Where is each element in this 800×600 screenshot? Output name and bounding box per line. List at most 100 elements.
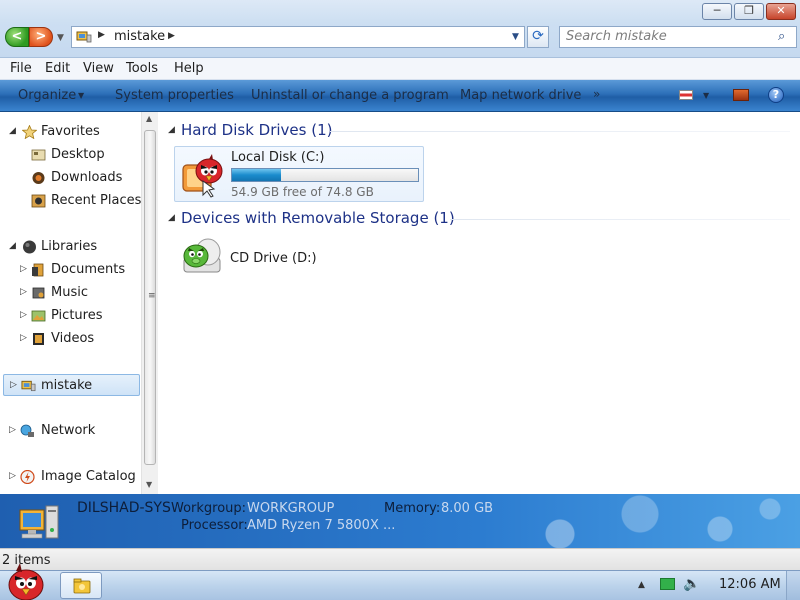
collapsed-arrow-icon[interactable]: ▷: [20, 333, 27, 343]
expanded-arrow-icon[interactable]: ◢: [9, 241, 16, 251]
details-pane: DILSHAD-SYS Workgroup: WORKGROUP Memory:…: [0, 494, 800, 548]
computer-icon: [21, 380, 36, 392]
expanded-arrow-icon[interactable]: ◢: [9, 126, 16, 136]
start-button[interactable]: [2, 563, 50, 600]
clock[interactable]: 12:06 AM: [719, 577, 781, 592]
downloads-icon: [32, 172, 45, 184]
maximize-button[interactable]: ❐: [734, 3, 764, 20]
scrollbar-thumb[interactable]: ≡: [144, 130, 156, 465]
change-view-icon[interactable]: [679, 90, 693, 100]
sidebar-item-label: Image Catalog: [41, 469, 136, 484]
group-heading-removable[interactable]: Devices with Removable Storage (1): [181, 209, 455, 227]
drive-item-d[interactable]: CD Drive (D:): [174, 234, 324, 282]
sidebar-item-recent-places[interactable]: Recent Places: [0, 190, 142, 212]
preview-pane-icon[interactable]: [733, 89, 749, 101]
map-network-drive-button[interactable]: Map network drive: [460, 88, 581, 103]
view-options-dropdown-icon[interactable]: ▼: [703, 91, 709, 100]
chevron-down-icon[interactable]: ▼: [78, 91, 84, 100]
sidebar-item-label: Music: [51, 285, 88, 300]
show-hidden-icons-icon[interactable]: ▲: [638, 580, 645, 590]
address-bar[interactable]: ▶ mistake ▶ ▼: [71, 26, 525, 48]
help-icon[interactable]: ?: [768, 87, 784, 103]
sidebar-item-libraries[interactable]: ◢ Libraries: [0, 236, 142, 258]
sidebar-item-computer[interactable]: ▷ mistake: [3, 374, 140, 396]
sidebar-item-downloads[interactable]: Downloads: [0, 167, 142, 189]
sidebar-item-label: Desktop: [51, 147, 105, 162]
collapsed-arrow-icon[interactable]: ▷: [20, 310, 27, 320]
processor-value: AMD Ryzen 7 5800X ...: [247, 518, 396, 533]
sidebar-item-desktop[interactable]: Desktop: [0, 144, 142, 166]
documents-icon: [32, 263, 44, 277]
breadcrumb-separator-icon[interactable]: ▶: [168, 31, 175, 41]
sidebar-item-label: Recent Places: [51, 193, 142, 208]
group-divider: [330, 131, 790, 132]
sidebar-item-label: Favorites: [41, 124, 100, 139]
drive-item-c[interactable]: Local Disk (C:) 54.9 GB free of 74.8 GB: [174, 146, 424, 202]
sidebar-item-label: Libraries: [41, 239, 98, 254]
collapsed-arrow-icon[interactable]: ▷: [9, 471, 16, 481]
sidebar-item-label: Documents: [51, 262, 126, 277]
videos-icon: [33, 333, 44, 345]
system-properties-button[interactable]: System properties: [115, 88, 234, 103]
refresh-button[interactable]: ⟳: [527, 26, 549, 48]
disk-usage-bar: [231, 168, 419, 182]
scroll-down-icon[interactable]: ▼: [146, 480, 152, 489]
back-button[interactable]: <: [5, 27, 29, 47]
sidebar-item-image-catalog[interactable]: ▷ Image Catalog: [0, 466, 142, 488]
address-dropdown-icon[interactable]: ▼: [512, 32, 519, 42]
computer-name: DILSHAD-SYS: [77, 500, 171, 516]
network-status-icon[interactable]: [660, 578, 675, 590]
show-desktop-button[interactable]: [786, 571, 800, 600]
desktop-icon: [31, 149, 46, 161]
minimize-button[interactable]: ─: [702, 3, 732, 20]
search-input[interactable]: [566, 29, 766, 44]
group-collapse-icon[interactable]: ◢: [168, 125, 175, 135]
group-collapse-icon[interactable]: ◢: [168, 213, 175, 223]
more-commands-icon[interactable]: »: [593, 87, 600, 101]
menu-help[interactable]: Help: [174, 61, 204, 76]
close-button[interactable]: ✕: [766, 3, 796, 20]
recent-pages-dropdown-icon[interactable]: ▼: [57, 33, 64, 43]
breadcrumb-current[interactable]: mistake: [114, 29, 165, 44]
menu-tools[interactable]: Tools: [126, 61, 158, 76]
sidebar-item-pictures[interactable]: ▷ Pictures: [0, 305, 142, 327]
computer-icon: [19, 505, 59, 539]
drive-icon: [182, 154, 223, 198]
sidebar-item-label: Videos: [51, 331, 95, 346]
collapsed-arrow-icon[interactable]: ▷: [20, 264, 27, 274]
uninstall-program-button[interactable]: Uninstall or change a program: [251, 88, 449, 103]
music-icon: [32, 287, 45, 299]
menu-file[interactable]: File: [10, 61, 32, 76]
command-bar: Organize ▼ System properties Uninstall o…: [0, 80, 800, 112]
sidebar-item-network[interactable]: ▷ Network: [0, 420, 142, 442]
sidebar-item-label: Network: [41, 423, 96, 438]
sidebar-item-documents[interactable]: ▷ Documents: [0, 259, 142, 281]
scroll-up-icon[interactable]: ▲: [146, 114, 152, 123]
cd-drive-icon: [183, 238, 221, 273]
drive-name: CD Drive (D:): [230, 251, 317, 266]
sidebar-item-label: Downloads: [51, 170, 123, 185]
memory-value: 8.00 GB: [441, 501, 494, 516]
taskbar-explorer-button[interactable]: [60, 572, 102, 599]
computer-icon: [76, 31, 92, 43]
grip-icon: ≡: [148, 291, 156, 301]
sidebar-item-favorites[interactable]: ◢ Favorites: [0, 121, 142, 143]
breadcrumb-separator-icon[interactable]: ▶: [98, 30, 105, 40]
menu-view[interactable]: View: [83, 61, 114, 76]
group-heading-hard-disks[interactable]: Hard Disk Drives (1): [181, 121, 332, 139]
search-icon[interactable]: ⌕: [778, 29, 785, 44]
volume-icon[interactable]: 🔈: [683, 576, 700, 592]
navigation-scrollbar[interactable]: ▲ ≡ ▼: [141, 112, 158, 494]
workgroup-value: WORKGROUP: [247, 501, 335, 516]
sidebar-item-music[interactable]: ▷ Music: [0, 282, 142, 304]
sidebar-item-label: mistake: [41, 378, 93, 393]
sidebar-item-videos[interactable]: ▷ Videos: [0, 328, 142, 350]
menu-edit[interactable]: Edit: [45, 61, 70, 76]
forward-button[interactable]: >: [29, 27, 53, 47]
collapsed-arrow-icon[interactable]: ▷: [10, 380, 17, 390]
search-box[interactable]: ⌕: [559, 26, 797, 48]
organize-button[interactable]: Organize: [18, 88, 76, 103]
collapsed-arrow-icon[interactable]: ▷: [20, 287, 27, 297]
star-icon: [22, 125, 37, 139]
collapsed-arrow-icon[interactable]: ▷: [9, 425, 16, 435]
